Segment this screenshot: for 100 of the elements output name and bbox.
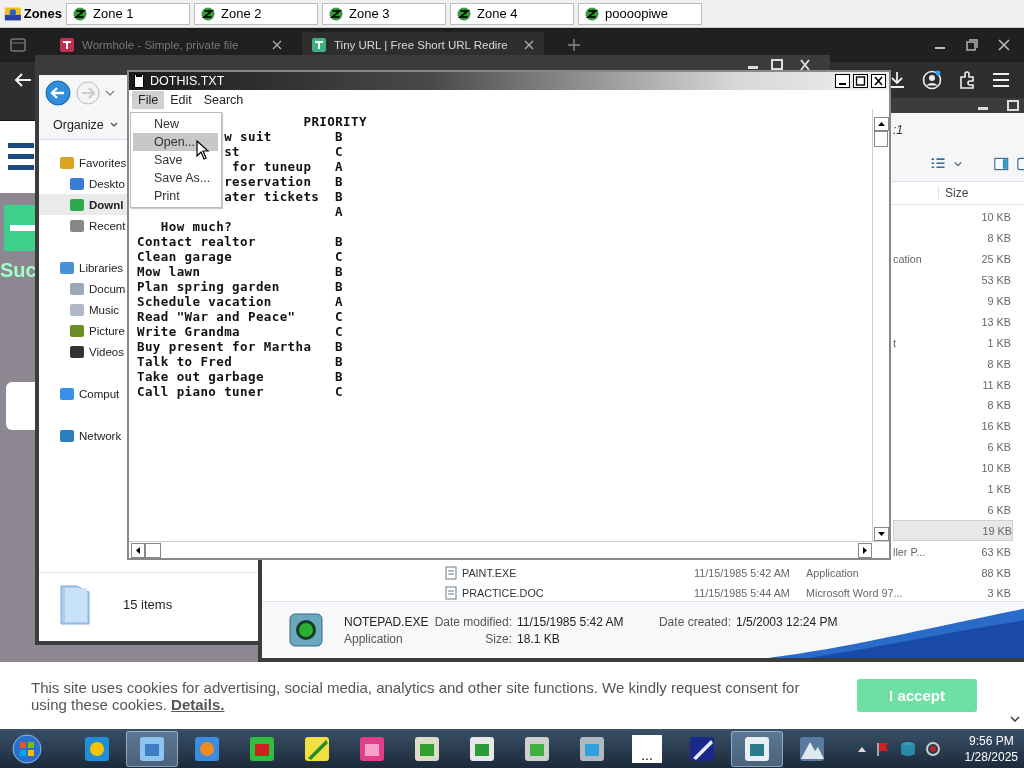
file-row[interactable]: 6 KB [893,499,1013,521]
close-icon[interactable] [871,74,886,88]
file-row[interactable]: 6 KB [893,436,1013,458]
close-icon[interactable] [272,40,282,50]
zone-tab[interactable]: Zone 1 [66,2,190,25]
text-line: Buy present for Martha [137,339,312,354]
drive-icon[interactable] [898,740,917,757]
nav-icon [69,175,85,192]
taskbar-button[interactable] [731,730,783,767]
nav-item[interactable]: Downl [39,194,127,215]
priority-text: C [335,324,343,339]
file-row[interactable]: 19 KB [893,520,1013,542]
menu-icon[interactable] [992,72,1010,88]
file-size: 8 KB [986,232,1011,245]
close-icon[interactable] [524,40,534,50]
file-row[interactable]: 10 KB [893,457,1013,479]
nav-item[interactable]: Network [39,425,127,446]
nav-item[interactable]: Favorites [39,152,127,173]
caret-icon[interactable] [954,160,963,168]
preview-pane-icon[interactable] [994,156,1009,172]
menu-item[interactable]: Edit [164,90,198,109]
scroll-down-icon[interactable] [1010,715,1020,723]
zone-tab[interactable]: Zone 4 [450,2,574,25]
hamburger-icon[interactable] [8,141,34,173]
cursor-icon [196,140,210,160]
back-icon[interactable] [14,72,32,88]
cookie-message: This site uses cookies for advertising, social media, analytics and other site functions. We kindly request consent for using these cookies. Details. [31,678,801,713]
file-row[interactable]: 1 KB [893,478,1013,500]
organize-menu[interactable]: Organize [53,118,118,132]
window-title: DOTHIS.TXT [150,74,225,88]
address-field[interactable]: :1 [893,123,903,137]
file-row[interactable]: 8 KB [893,227,1013,249]
scroll-thumb[interactable] [874,131,888,147]
caret-icon [109,122,118,128]
horizontal-scrollbar[interactable] [129,541,889,558]
menu-item[interactable]: Open... [133,133,218,151]
column-header[interactable]: Size [938,186,1017,200]
file-type: ller P... [893,545,926,558]
scroll-left-icon[interactable] [131,542,145,558]
file-row[interactable]: 8 KB [893,353,1013,375]
file-row[interactable]: 8 KB [893,395,1013,416]
nav-item[interactable]: Recent [39,215,127,236]
file-row[interactable]: cation 25 KB [893,248,1013,270]
menu-item[interactable]: File [132,90,165,109]
priority-text: B [335,339,343,354]
scroll-right-icon[interactable] [858,542,872,558]
file-row[interactable]: 11 KB [893,374,1013,395]
nav-item[interactable]: Libraries [39,257,127,278]
file-row[interactable]: 9 KB [893,290,1013,312]
close-icon[interactable] [998,39,1010,51]
nav-item[interactable]: Music [39,299,127,320]
file-row[interactable]: t 1 KB [893,332,1013,354]
scroll-thumb[interactable] [145,542,161,558]
zone-tab[interactable]: poooopiwe [578,2,702,25]
file-row[interactable]: 16 KB [893,415,1013,437]
maximize-icon[interactable] [853,74,868,88]
scroll-up-icon[interactable] [873,117,889,131]
minimize-icon[interactable] [835,74,850,88]
nav-item[interactable]: Deskto [39,173,127,194]
nav-item[interactable]: Docum [39,278,127,299]
file-row[interactable]: PAINT.EXE 11/15/1985 5:42 AM Application 88 KB [262,562,1024,584]
extensions-icon[interactable] [958,71,976,89]
nav-item[interactable]: Comput [39,383,127,404]
details-link[interactable]: Details. [171,695,225,713]
new-tab-icon[interactable] [568,39,580,51]
restore-icon[interactable] [966,39,978,51]
file-row[interactable]: 53 KB [893,269,1013,291]
menu-item[interactable]: New [133,115,218,133]
file-row[interactable]: 13 KB [893,311,1013,333]
account-icon[interactable] [922,70,942,90]
nav-item[interactable]: Picture [39,320,127,341]
speaker-icon[interactable] [924,740,941,757]
help-icon[interactable] [1016,156,1024,172]
file-size: 9 KB [986,295,1011,307]
scroll-down-icon[interactable] [873,527,889,541]
zone-tab[interactable]: Zone 2 [194,2,318,25]
menu-item[interactable]: Print [133,187,218,205]
text-line: ater tickets [224,189,320,204]
file-icon [444,565,458,580]
vertical-scrollbar[interactable] [872,109,889,541]
nav-icon [59,154,75,171]
menu-item[interactable]: Save As... [133,169,218,187]
taskbar-button[interactable]: ... [621,730,673,767]
menu-item[interactable]: Search [197,90,250,109]
zone-tab[interactable]: Zone 3 [322,2,446,25]
browser-tab[interactable]: Tiny URL | Free Short URL Redire [302,32,544,58]
text-line: reservation [224,174,312,189]
file-row[interactable]: 10 KB [893,207,1013,228]
zone-icon [73,6,87,21]
back-button[interactable] [45,80,71,106]
file-row[interactable]: ller P... 63 KB [893,541,1013,563]
flag-icon[interactable] [874,740,891,757]
start-button[interactable] [12,733,42,764]
nav-item[interactable]: Videos [39,341,127,362]
history-caret-icon[interactable] [105,89,115,97]
menu-item[interactable]: Save [133,151,218,169]
file-size: 8 KB [986,357,1011,370]
clock[interactable]: 9:56 PM 1/28/2025 [964,732,1018,765]
file-row[interactable]: PRACTICE.DOC 11/15/1985 5:44 AM Microsoft Word 97... 3 KB [262,583,1024,601]
download-icon[interactable] [888,71,906,89]
